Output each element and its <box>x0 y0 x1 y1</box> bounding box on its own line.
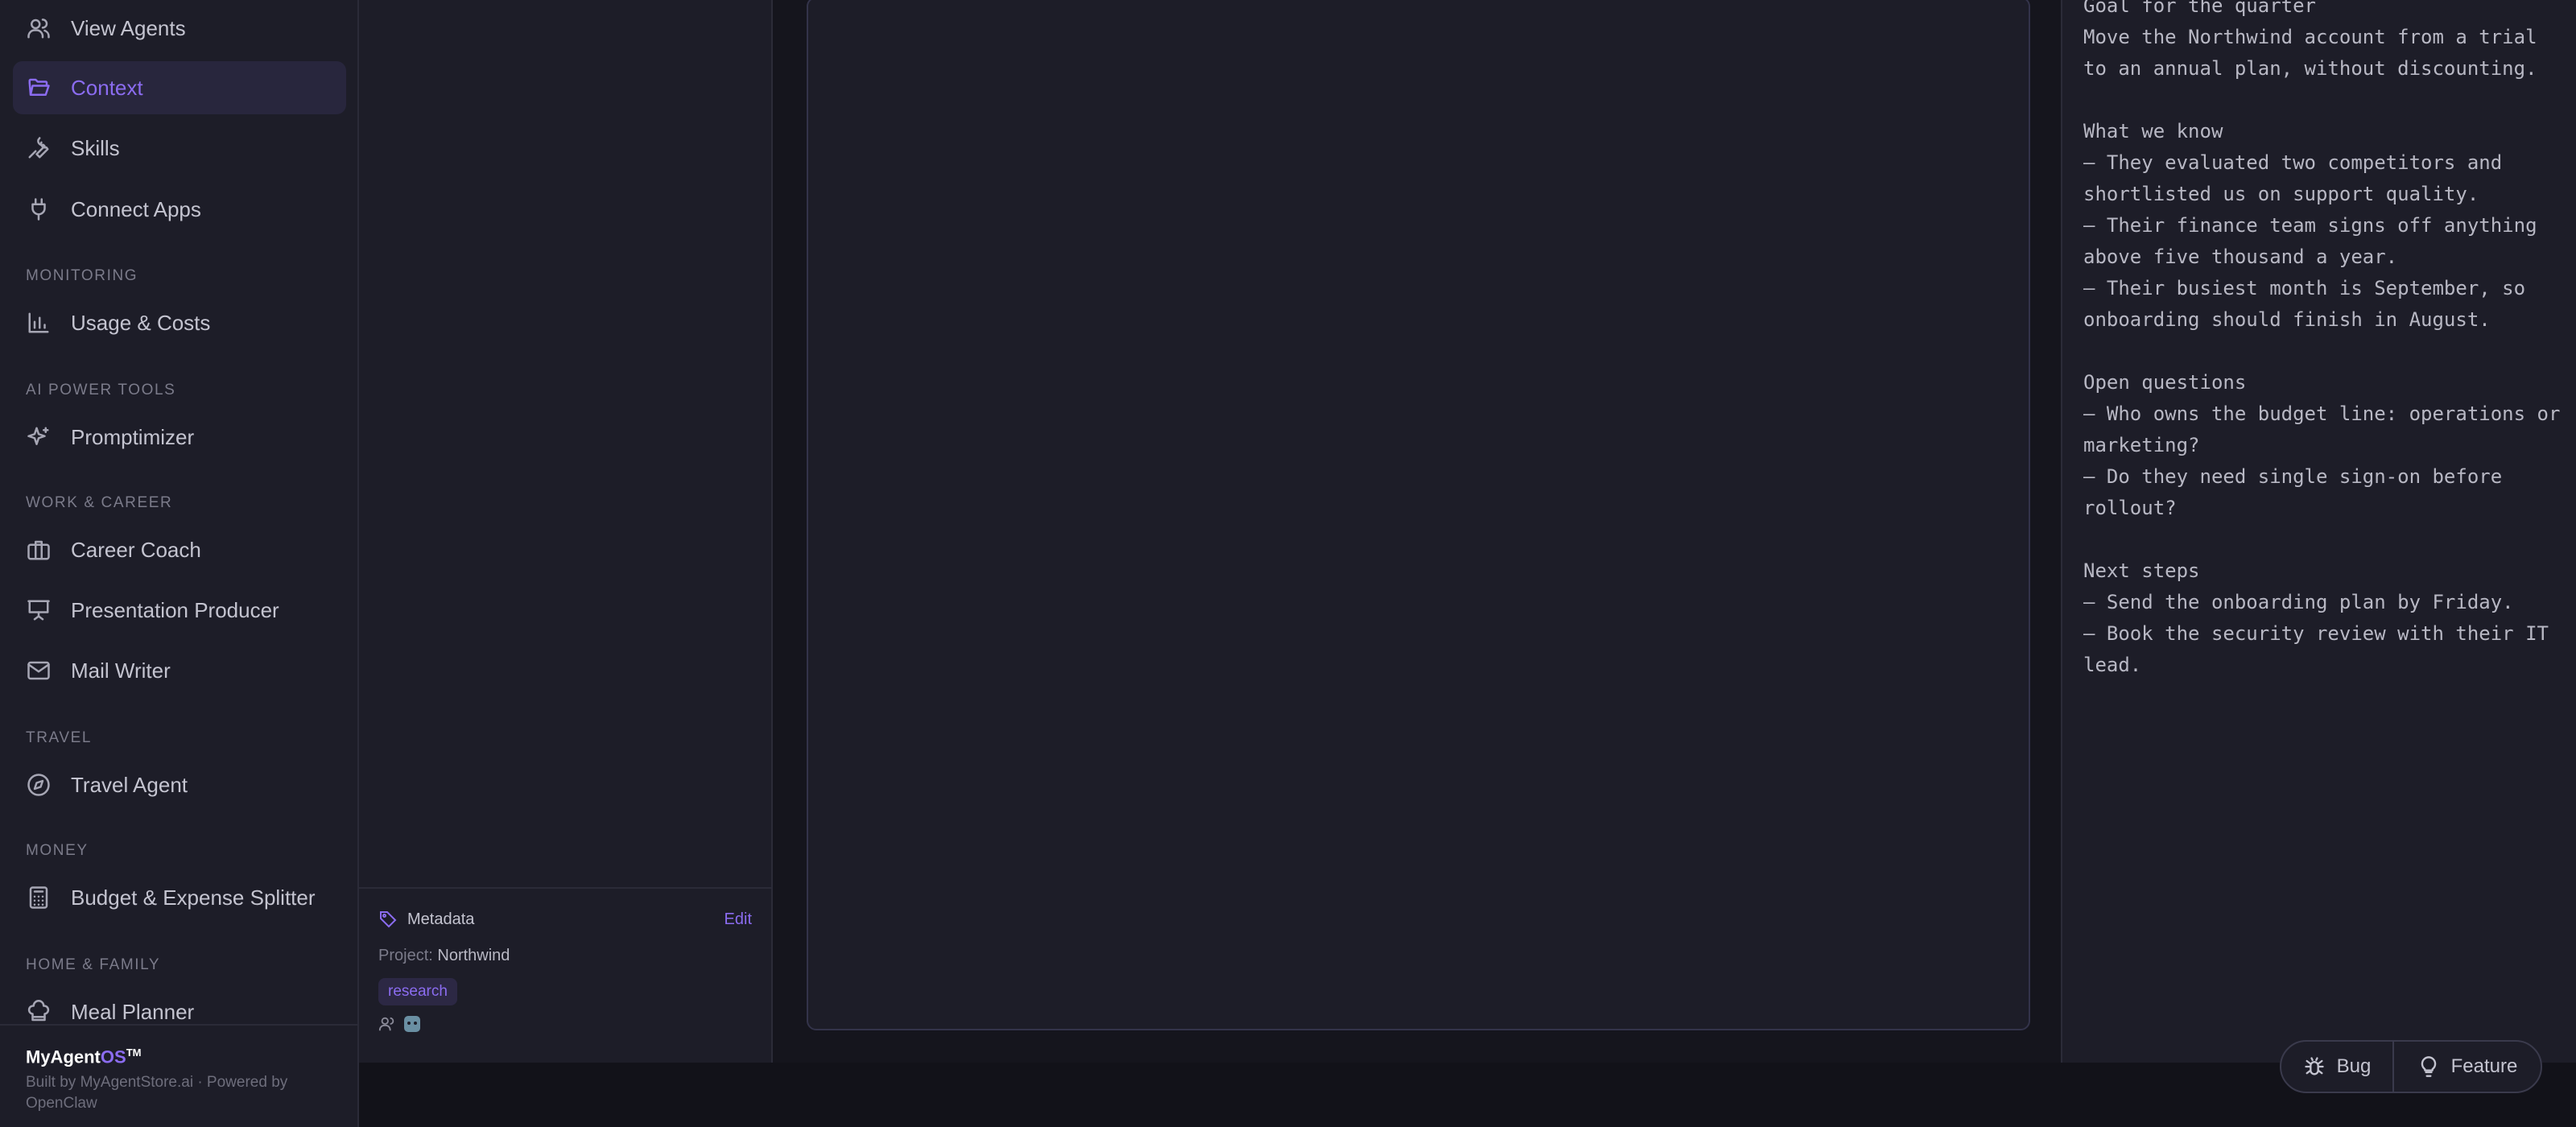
chef-hat-icon <box>26 999 52 1025</box>
users-icon <box>26 15 52 41</box>
feedback-pill: Bug Feature <box>2280 1040 2542 1093</box>
sidebar-item-context[interactable]: Context <box>13 61 346 114</box>
sparkles-icon <box>26 424 52 450</box>
footer-credits: Built by MyAgentStore.ai · Powered by Op… <box>26 1074 288 1113</box>
presentation-icon <box>26 597 52 623</box>
brand-trademark: TM <box>126 1046 142 1059</box>
preview-text: Goal for the quarter Move the Northwind … <box>2083 0 2561 676</box>
sidebar-item-usage-costs[interactable]: Usage & Costs <box>13 296 346 349</box>
calculator-icon <box>26 885 52 910</box>
compass-icon <box>26 772 52 798</box>
sidebar-item-label: Context <box>71 75 143 100</box>
sidebar-item-label: Mail Writer <box>71 658 171 683</box>
bug-icon <box>2304 1057 2324 1075</box>
section-ai-power-tools: AI Power Tools <box>26 382 176 398</box>
plug-icon <box>26 196 52 222</box>
sidebar-item-travel-agent[interactable]: Travel Agent <box>13 758 346 811</box>
sidebar-item-label: Presentation Producer <box>71 597 279 622</box>
lightbulb-icon <box>2421 1056 2436 1077</box>
feature-label: Feature <box>2450 1055 2518 1077</box>
metadata-title: Metadata <box>407 910 475 928</box>
section-money: Money <box>26 842 89 859</box>
sharing-row <box>378 1015 752 1033</box>
sidebar-item-connect-apps[interactable]: Connect Apps <box>13 183 346 236</box>
sidebar-item-view-agents[interactable]: View Agents <box>13 2 346 55</box>
folder-open-icon <box>26 75 52 101</box>
users-icon <box>378 1017 394 1031</box>
brand-logo: MyAgentOSTM <box>26 1046 332 1067</box>
bottom-strip <box>359 1063 2576 1127</box>
editor-area <box>773 0 2061 1063</box>
context-list-panel: Metadata Edit Project: Northwind researc… <box>359 0 773 1063</box>
sidebar-item-budget-expense-splitter[interactable]: Budget & Expense Splitter <box>13 871 346 924</box>
section-work-career: Work & Career <box>26 494 173 511</box>
metadata-edit-button[interactable]: Edit <box>724 910 752 929</box>
brand-accent: OS <box>100 1046 126 1067</box>
sidebar-item-career-coach[interactable]: Career Coach <box>13 523 346 576</box>
tags-icon <box>380 911 397 928</box>
sidebar-item-label: Connect Apps <box>71 196 201 221</box>
sidebar-item-label: Promptimizer <box>71 424 195 449</box>
sidebar-footer: MyAgentOSTM Built by MyAgentStore.ai · P… <box>0 1024 357 1127</box>
bar-chart-icon <box>26 310 52 336</box>
project-value: Northwind <box>437 947 510 964</box>
section-home-family: Home & Family <box>26 956 161 973</box>
brand-name: MyAgent <box>26 1046 101 1067</box>
sidebar-item-skills[interactable]: Skills <box>13 122 346 175</box>
metadata-panel: Metadata Edit Project: Northwind researc… <box>359 887 771 1063</box>
project-label: Project: <box>378 947 433 964</box>
sidebar-item-mail-writer[interactable]: Mail Writer <box>13 644 346 697</box>
report-bug-button[interactable]: Bug <box>2281 1042 2394 1092</box>
briefcase-icon <box>26 537 52 563</box>
sidebar-item-presentation-producer[interactable]: Presentation Producer <box>13 584 346 637</box>
sidebar-item-label: Travel Agent <box>71 772 188 797</box>
bug-label: Bug <box>2336 1055 2372 1077</box>
section-monitoring: Monitoring <box>26 267 138 284</box>
mail-icon <box>26 658 52 683</box>
sidebar-item-label: Budget & Expense Splitter <box>71 885 316 910</box>
sidebar-item-label: Career Coach <box>71 537 201 562</box>
tag-badge[interactable]: research <box>378 978 457 1005</box>
sidebar-item-promptimizer[interactable]: Promptimizer <box>13 411 346 464</box>
sidebar-item-label: Usage & Costs <box>71 310 211 335</box>
metadata-heading: Metadata <box>378 910 474 929</box>
sidebar-item-label: Meal Planner <box>71 999 195 1024</box>
robot-icon <box>404 1016 420 1032</box>
wrench-icon <box>26 135 52 161</box>
app-root: View Agents Context Skills Connect Apps … <box>0 0 2576 1127</box>
editor-textarea[interactable] <box>807 0 2030 1030</box>
sidebar-item-label: Skills <box>71 135 120 160</box>
section-travel: Travel <box>26 729 93 746</box>
preview-panel: Goal for the quarter Move the Northwind … <box>2061 0 2576 1063</box>
sidebar: View Agents Context Skills Connect Apps … <box>0 0 359 1127</box>
request-feature-button[interactable]: Feature <box>2394 1042 2541 1092</box>
metadata-project: Project: Northwind <box>378 947 752 965</box>
sidebar-item-label: View Agents <box>71 15 186 40</box>
